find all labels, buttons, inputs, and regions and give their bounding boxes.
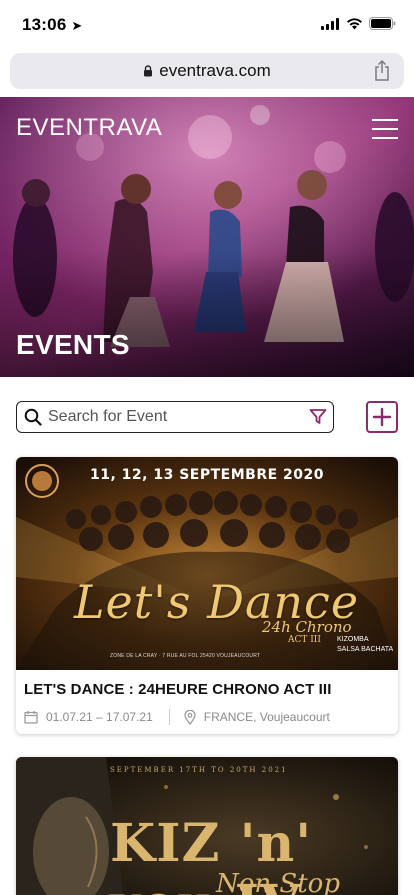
event-card[interactable]: 11, 12, 13 SEPTEMBRE 2020 Let's Dance 24… <box>16 457 398 734</box>
poster-subline: Non Stop <box>216 869 340 895</box>
page-title: EVENTS <box>16 329 130 360</box>
filter-icon[interactable] <box>309 408 327 425</box>
plus-icon <box>372 407 392 427</box>
status-bar: 13:06 ➤ <box>0 0 414 50</box>
event-title[interactable]: LET'S DANCE : 24HEURE CHRONO ACT III <box>24 681 331 698</box>
event-card[interactable]: SEPTEMBER 17TH TO 20TH 2021 KIZ 'n' you … <box>16 757 398 895</box>
lock-icon <box>144 65 153 77</box>
cellular-signal-icon <box>321 17 339 30</box>
location-pin-icon <box>184 709 196 725</box>
search-icon <box>24 408 42 426</box>
poster-subline: 24h Chrono <box>262 618 352 636</box>
hamburger-line-icon <box>372 119 398 121</box>
site-logo[interactable]: EVENTRAVA <box>16 114 162 142</box>
event-location: FRANCE, Voujeaucourt <box>203 710 330 724</box>
poster-tag: SALSA BACHATA <box>337 646 394 653</box>
address-bar[interactable]: eventrava.com <box>10 53 404 89</box>
event-meta: 01.07.21 – 17.07.21 FRANCE, Voujeaucourt <box>24 709 330 725</box>
poster-tag: KIZOMBA <box>337 636 369 643</box>
poster-dates: 11, 12, 13 SEPTEMBRE 2020 <box>89 467 324 483</box>
search-input[interactable] <box>48 406 293 428</box>
wifi-icon <box>347 17 362 29</box>
share-icon[interactable] <box>374 60 390 81</box>
menu-button[interactable] <box>372 117 398 141</box>
calendar-icon <box>24 711 38 724</box>
hamburger-line-icon <box>372 128 398 130</box>
search-box <box>16 401 334 433</box>
poster-tags: KIZOMBA SALSA BACHATA <box>337 635 393 655</box>
poster-venue: ZONE DE LA CRAY · 7 RUE AU FOL 25420 VOU… <box>110 653 261 659</box>
location-arrow-icon: ➤ <box>71 18 83 33</box>
status-icons <box>321 17 396 30</box>
hamburger-line-icon <box>372 137 398 139</box>
url-text: eventrava.com <box>159 61 271 80</box>
meta-divider <box>168 709 170 725</box>
battery-icon <box>369 17 396 30</box>
poster-dates: SEPTEMBER 17TH TO 20TH 2021 <box>110 766 288 774</box>
event-poster[interactable]: SEPTEMBER 17TH TO 20TH 2021 KIZ 'n' you … <box>16 757 398 895</box>
event-dates: 01.07.21 – 17.07.21 <box>46 710 153 724</box>
status-time: 13:06 ➤ <box>22 15 83 34</box>
add-event-button[interactable] <box>366 401 398 433</box>
poster-act: ACT III <box>288 635 321 645</box>
event-poster[interactable]: 11, 12, 13 SEPTEMBRE 2020 Let's Dance 24… <box>16 457 398 670</box>
